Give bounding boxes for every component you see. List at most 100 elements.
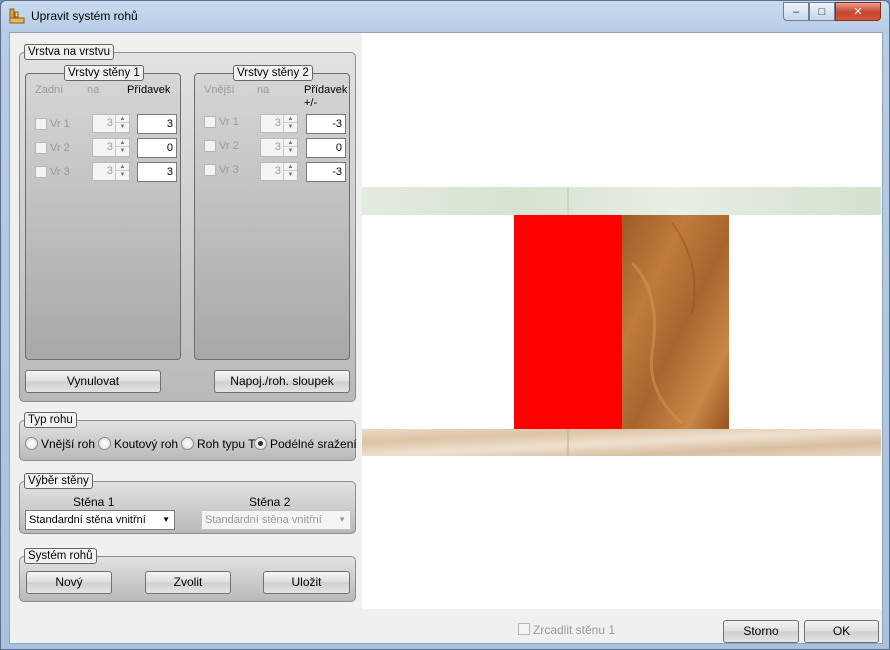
radio-inner-corner-circle[interactable] (98, 437, 111, 450)
spinner-down-icon[interactable]: ▼ (116, 123, 129, 131)
ok-button[interactable]: OK (804, 620, 879, 643)
wall2-side-header: Vnější (204, 84, 235, 96)
wall1-row3-checkbox[interactable] (35, 166, 47, 178)
layer-group-title: Vrstva na vrstvu (24, 44, 115, 60)
cancel-button[interactable]: Storno (723, 620, 799, 643)
highlight-layer (514, 215, 622, 429)
radio-longitudinal-bevel-label: Podélné sražení (270, 437, 357, 451)
title-bar[interactable]: Upravit systém rohů ‒ □ ✕ (1, 1, 889, 31)
wall2-row1-checkbox[interactable] (204, 116, 216, 128)
radio-outer-corner-circle[interactable] (25, 437, 38, 450)
wall1-addition-header: Přídavek (127, 84, 171, 96)
wall1-row1-spinner[interactable]: 3 ▲ ▼ (92, 114, 130, 133)
wall2-on-header: na (257, 84, 270, 96)
corner-post-button[interactable]: Napoj./roh. sloupek (214, 370, 350, 393)
wall2-row-3: Vr 3 3 ▲ ▼ -3 (195, 162, 351, 182)
wall2-label: Stěna 2 (249, 495, 291, 509)
wall1-row3-spinner[interactable]: 3 ▲ ▼ (92, 162, 130, 181)
wall2-layers-group: Vrstvy stěny 2 Vnější na Přídavek +/- Vr… (194, 65, 351, 360)
wall1-row3-spinner-value: 3 (106, 165, 113, 177)
wall1-row-1: Vr 1 3 ▲ ▼ 3 (26, 114, 182, 134)
wall1-row-3: Vr 3 3 ▲ ▼ 3 (26, 162, 182, 182)
wall1-layers-title: Vrstvy stěny 1 (64, 65, 144, 81)
minimize-button[interactable]: ‒ (783, 2, 809, 21)
wall2-row3-spinner[interactable]: 3 ▲ ▼ (260, 162, 298, 181)
spinner-down-icon[interactable]: ▼ (116, 171, 129, 179)
wall-select-group: Výběr stěny Stěna 1 Stěna 2 Standardní s… (19, 473, 356, 534)
wall2-row2-spinner[interactable]: 3 ▲ ▼ (260, 138, 298, 157)
wall1-row3-addition-input[interactable]: 3 (137, 162, 177, 182)
mirror-wall-label: Zrcadlit stěnu 1 (533, 623, 616, 637)
wall1-select[interactable]: Standardní stěna vnitřní ▼ (25, 510, 175, 530)
mirror-wall-checkbox[interactable] (518, 623, 530, 635)
wall1-row1-checkbox[interactable] (35, 118, 47, 130)
choose-button[interactable]: Zvolit (145, 571, 231, 594)
wall2-row3-addition-input[interactable]: -3 (306, 162, 346, 182)
save-button[interactable]: Uložit (263, 571, 350, 594)
new-button[interactable]: Nový (26, 571, 112, 594)
window-title: Upravit systém rohů (31, 9, 138, 23)
wall2-row3-checkbox[interactable] (204, 164, 216, 176)
wall2-row1-spinner[interactable]: 3 ▲ ▼ (260, 114, 298, 133)
radio-inner-corner-label: Koutový roh (114, 437, 179, 451)
wall2-row2-spinner-value: 3 (274, 141, 281, 153)
settings-panel: Vrstva na vrstvu Vrstvy stěny 1 Zadní na… (10, 33, 362, 611)
wall2-select[interactable]: Standardní stěna vnitřní ▼ (201, 510, 351, 530)
wall2-addition-sign-header: +/- (304, 97, 318, 109)
app-icon (9, 8, 25, 24)
spinner-up-icon[interactable]: ▲ (116, 139, 129, 147)
wood-layer (622, 215, 729, 429)
wall2-layers-title: Vrstvy stěny 2 (233, 65, 313, 81)
close-icon: ✕ (853, 6, 863, 18)
wall2-row1-label: Vr 1 (219, 116, 239, 128)
corner-type-group: Typ rohu Vnější roh Koutový roh Roh typu… (19, 412, 357, 461)
wall2-row2-addition-input[interactable]: 0 (306, 138, 346, 158)
maximize-icon: □ (818, 5, 826, 18)
wall1-row2-checkbox[interactable] (35, 142, 47, 154)
wall1-on-header: na (87, 84, 100, 96)
wall1-row2-addition-input[interactable]: 0 (137, 138, 177, 158)
corner-type-title: Typ rohu (24, 412, 77, 428)
wall2-row-2: Vr 2 3 ▲ ▼ 0 (195, 138, 351, 158)
corner-preview[interactable] (362, 33, 882, 609)
wall1-row2-spinner[interactable]: 3 ▲ ▼ (92, 138, 130, 157)
spinner-down-icon[interactable]: ▼ (284, 147, 297, 155)
radio-t-corner-label: Roh typu T (197, 437, 256, 451)
wall2-row1-spinner-value: 3 (274, 117, 281, 129)
corner-preview-drawing (362, 187, 881, 456)
spinner-up-icon[interactable]: ▲ (116, 115, 129, 123)
wall1-label: Stěna 1 (73, 495, 115, 509)
osb-layer (362, 429, 881, 456)
spinner-up-icon[interactable]: ▲ (284, 139, 297, 147)
wall2-row-1: Vr 1 3 ▲ ▼ -3 (195, 114, 351, 134)
maximize-button[interactable]: □ (809, 2, 835, 21)
spinner-up-icon[interactable]: ▲ (116, 163, 129, 171)
wall2-row1-addition-input[interactable]: -3 (306, 114, 346, 134)
wall2-addition-header: Přídavek (304, 84, 348, 96)
wall1-row1-spinner-value: 3 (106, 117, 113, 129)
spinner-down-icon[interactable]: ▼ (116, 147, 129, 155)
corner-system-title: Systém rohů (24, 548, 97, 564)
close-button[interactable]: ✕ (835, 2, 881, 21)
dialog-window: Upravit systém rohů ‒ □ ✕ Vrstva na vrst… (0, 0, 890, 650)
spinner-up-icon[interactable]: ▲ (284, 163, 297, 171)
wall2-row2-checkbox[interactable] (204, 140, 216, 152)
chevron-down-icon: ▼ (162, 515, 170, 524)
dialog-client: Vrstva na vrstvu Vrstvy stěny 1 Zadní na… (9, 32, 883, 644)
spinner-up-icon[interactable]: ▲ (284, 115, 297, 123)
wall1-row1-addition-input[interactable]: 3 (137, 114, 177, 134)
wall1-select-value: Standardní stěna vnitřní (29, 514, 146, 526)
reset-button[interactable]: Vynulovat (25, 370, 161, 393)
radio-t-corner-circle[interactable] (181, 437, 194, 450)
wall1-layers-group: Vrstvy stěny 1 Zadní na Přídavek Vr 1 3 … (25, 65, 182, 360)
chevron-down-icon: ▼ (338, 515, 346, 524)
wall1-row1-label: Vr 1 (50, 118, 70, 130)
spinner-down-icon[interactable]: ▼ (284, 123, 297, 131)
wall1-row-2: Vr 2 3 ▲ ▼ 0 (26, 138, 182, 158)
radio-longitudinal-bevel-circle[interactable] (254, 437, 267, 450)
wall-select-title: Výběr stěny (24, 473, 93, 489)
wall2-row3-spinner-value: 3 (274, 165, 281, 177)
spinner-down-icon[interactable]: ▼ (284, 171, 297, 179)
wall2-row3-label: Vr 3 (219, 164, 239, 176)
wall1-row2-label: Vr 2 (50, 142, 70, 154)
